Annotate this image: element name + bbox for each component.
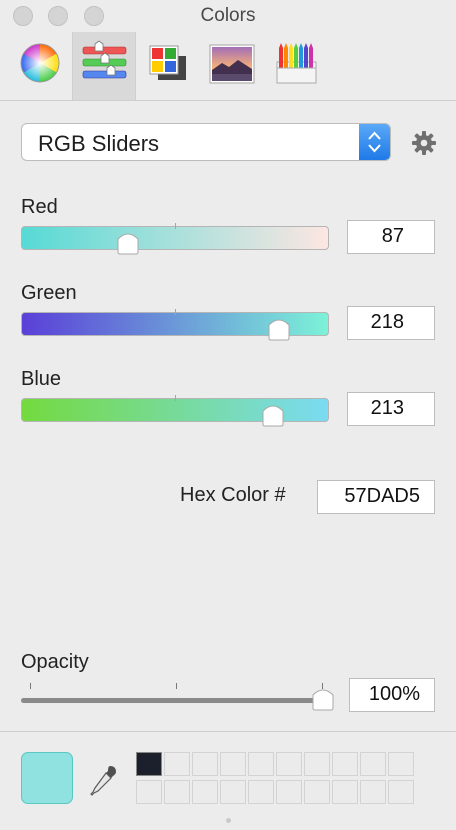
- slider-center-tick: [175, 395, 176, 401]
- swatch-empty[interactable]: [332, 752, 358, 776]
- toolbar-separator: [0, 100, 456, 101]
- swatch-empty[interactable]: [388, 780, 414, 804]
- color-sliders-icon: [82, 40, 127, 79]
- slider-label-green: Green: [21, 282, 77, 304]
- swatch-empty[interactable]: [276, 780, 302, 804]
- window-title: Colors: [200, 5, 256, 26]
- eyedropper-icon: [90, 766, 116, 796]
- swatch-empty[interactable]: [360, 752, 386, 776]
- swatch-filled[interactable]: [136, 752, 162, 776]
- swatch-empty[interactable]: [388, 752, 414, 776]
- swatch-empty[interactable]: [164, 752, 190, 776]
- swatch-empty[interactable]: [164, 780, 190, 804]
- swatch-empty[interactable]: [304, 780, 330, 804]
- tool-pencils[interactable]: [266, 32, 330, 100]
- opacity-slider-fill: [21, 698, 329, 703]
- swatch-grid: [136, 752, 416, 806]
- opacity-label: Opacity: [21, 651, 89, 673]
- blue-value-field[interactable]: 213: [347, 392, 435, 426]
- tool-image-palettes[interactable]: [200, 32, 264, 100]
- blue-slider-thumb[interactable]: [261, 400, 285, 427]
- opacity-tick: [176, 683, 177, 689]
- resize-dot: [226, 818, 231, 823]
- swatch-empty[interactable]: [220, 780, 246, 804]
- opacity-slider-track[interactable]: [21, 698, 329, 703]
- pencils-icon: [276, 43, 317, 84]
- eyedropper-button[interactable]: [88, 762, 122, 798]
- color-wheel-icon: [20, 43, 60, 83]
- green-value-field[interactable]: 218: [347, 306, 435, 340]
- swatch-empty[interactable]: [332, 780, 358, 804]
- color-mode-label: RGB Sliders: [38, 131, 160, 156]
- tool-color-sliders[interactable]: [72, 32, 136, 100]
- swatch-empty[interactable]: [192, 752, 218, 776]
- chevron-updown-icon: [368, 131, 381, 153]
- swatch-empty[interactable]: [248, 752, 274, 776]
- tool-color-wheel[interactable]: [9, 32, 73, 100]
- hex-color-label: Hex Color #: [180, 484, 286, 506]
- swatch-empty[interactable]: [276, 752, 302, 776]
- green-slider-thumb[interactable]: [267, 314, 291, 341]
- slider-label-blue: Blue: [21, 368, 62, 390]
- color-palettes-icon: [149, 45, 186, 80]
- image-palettes-icon: [209, 44, 255, 84]
- red-slider-track[interactable]: [21, 223, 329, 250]
- swatch-empty[interactable]: [192, 780, 218, 804]
- red-value-field[interactable]: 87: [347, 220, 435, 254]
- color-mode-popup[interactable]: RGB Sliders: [21, 123, 391, 161]
- swatch-empty[interactable]: [248, 780, 274, 804]
- bottom-separator: [0, 731, 456, 732]
- hex-color-field[interactable]: 57DAD5: [317, 480, 435, 514]
- slider-center-tick: [175, 309, 176, 315]
- gear-icon: [412, 131, 436, 155]
- swatch-empty[interactable]: [304, 752, 330, 776]
- popup-stepper[interactable]: [359, 124, 390, 160]
- opacity-value-field[interactable]: 100%: [349, 678, 435, 712]
- red-slider-thumb[interactable]: [116, 228, 140, 255]
- current-color-well[interactable]: [21, 752, 73, 804]
- settings-gear-button[interactable]: [410, 129, 438, 157]
- slider-label-red: Red: [21, 196, 58, 218]
- slider-center-tick: [175, 223, 176, 229]
- tool-color-palettes[interactable]: [136, 32, 200, 100]
- swatch-empty[interactable]: [136, 780, 162, 804]
- swatch-empty[interactable]: [220, 752, 246, 776]
- swatch-empty[interactable]: [360, 780, 386, 804]
- opacity-tick: [30, 683, 31, 689]
- opacity-slider-thumb[interactable]: [311, 684, 335, 711]
